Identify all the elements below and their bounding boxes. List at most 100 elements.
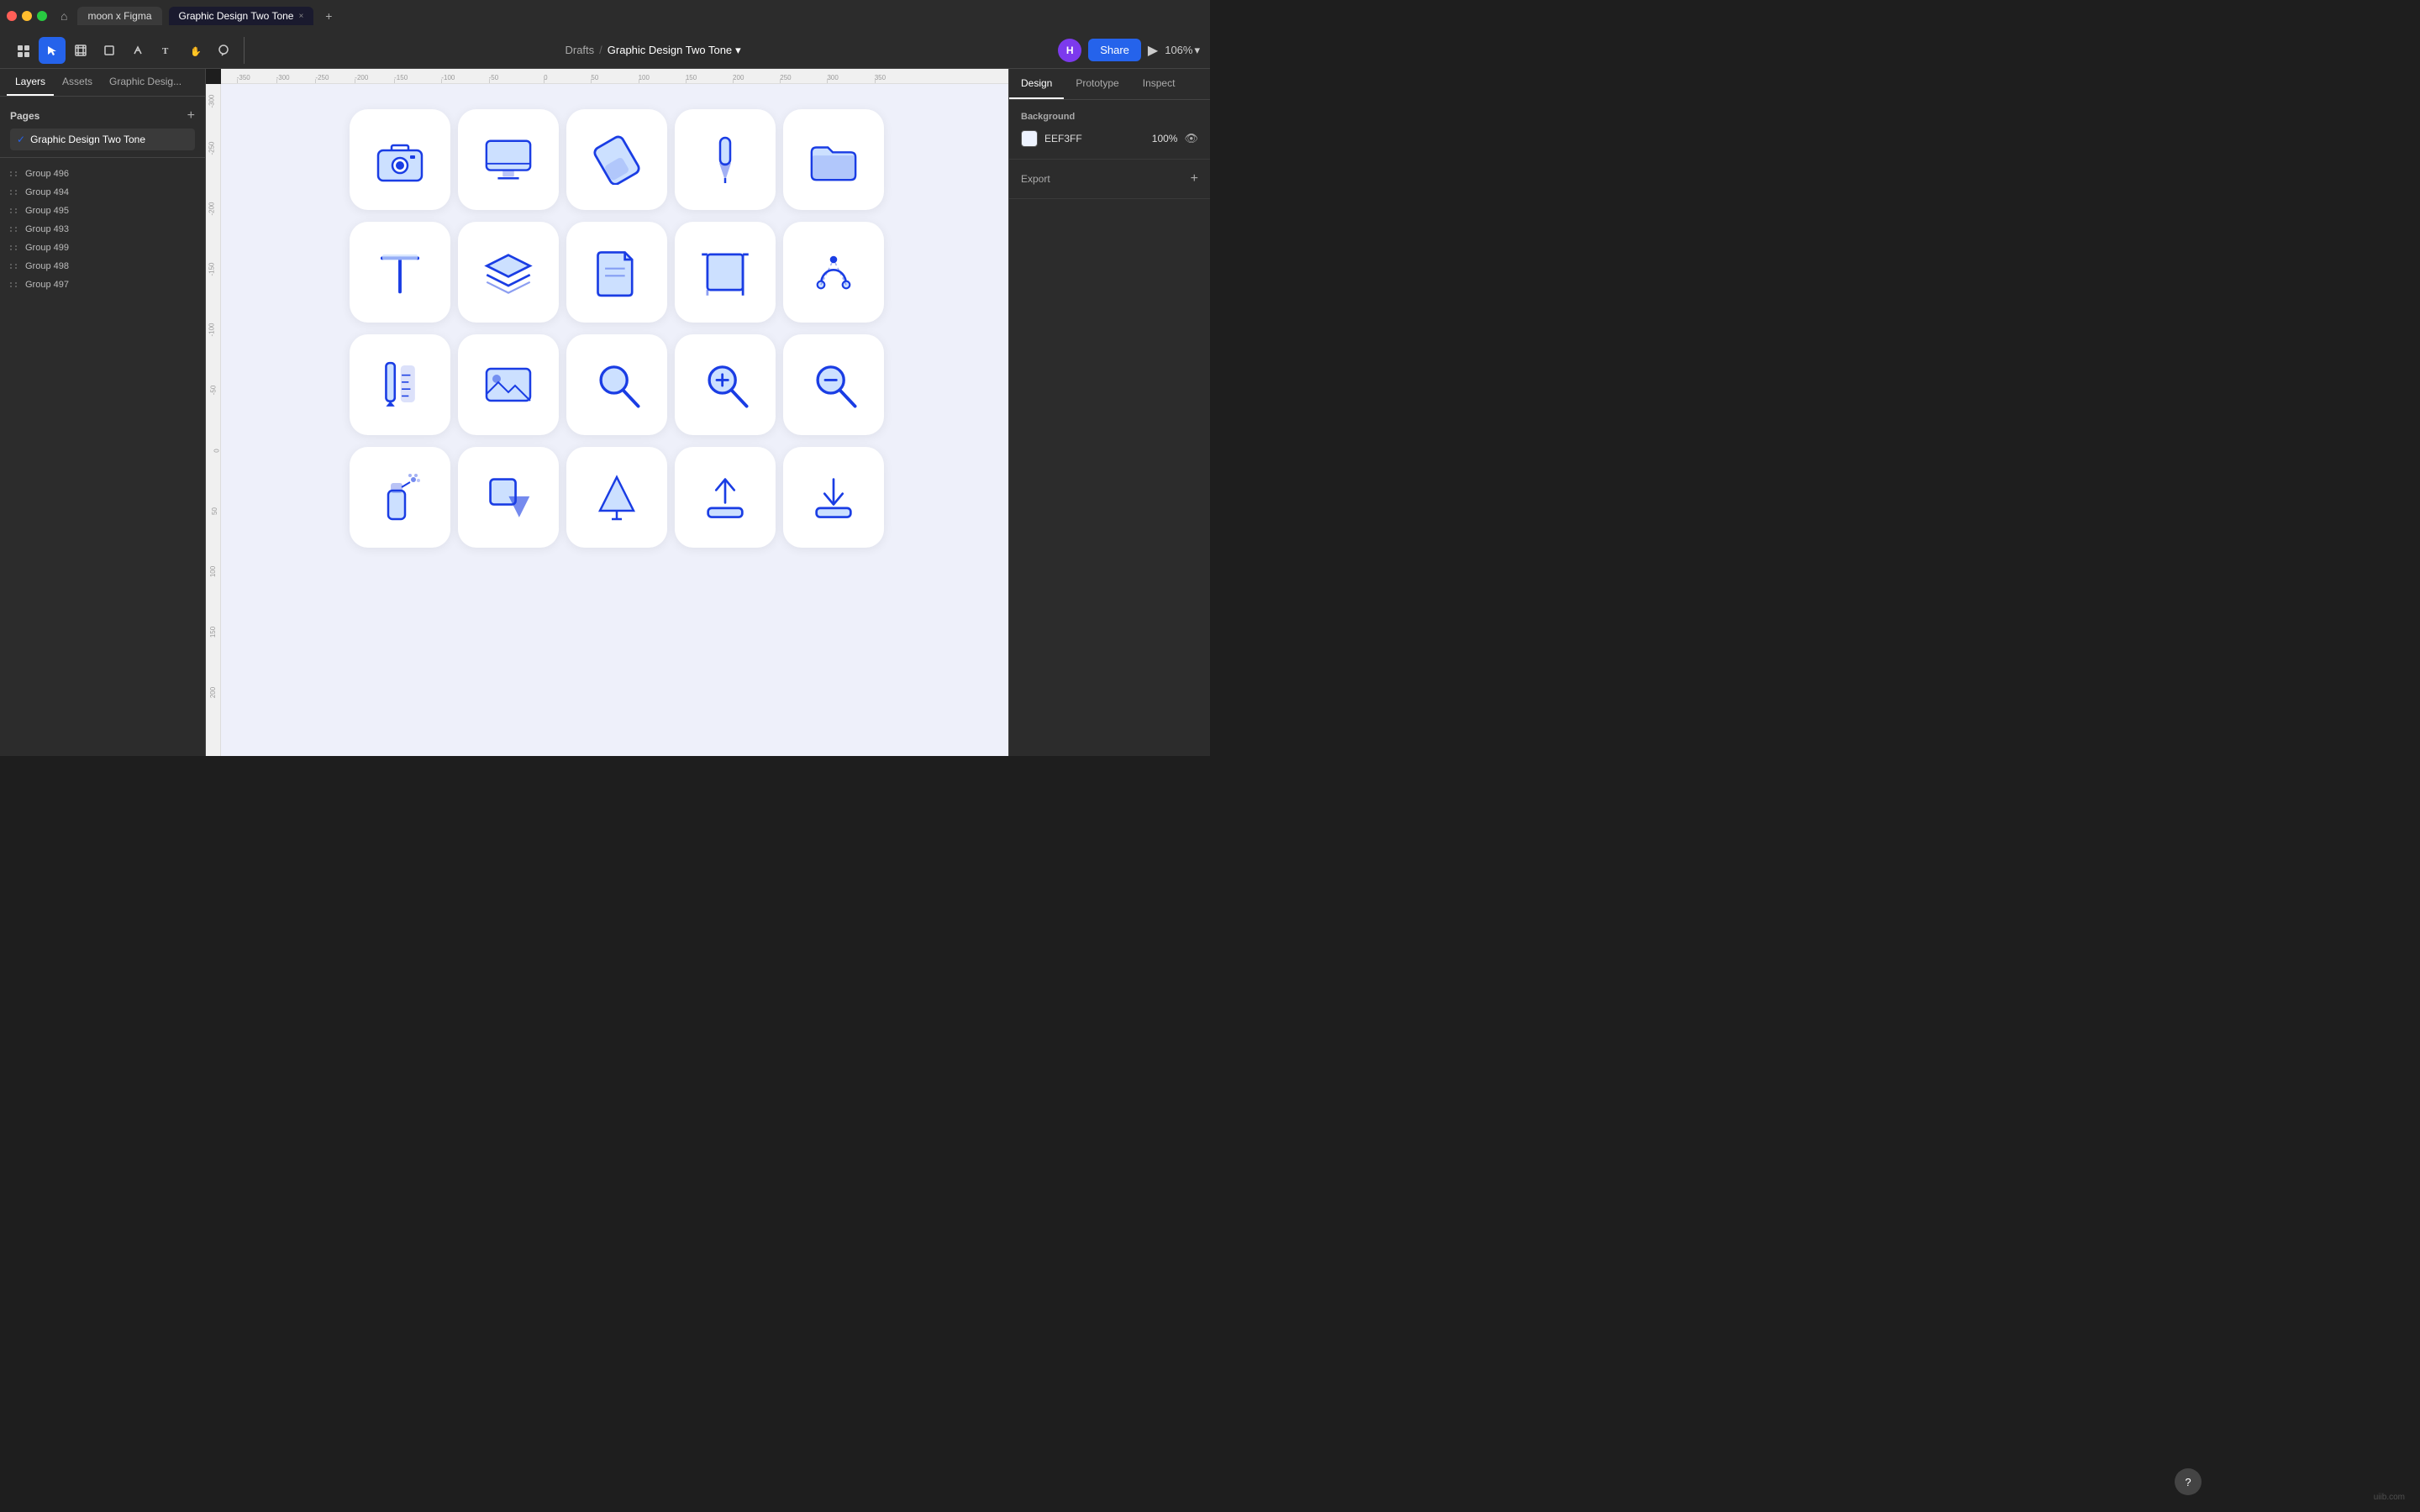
hand-tool-button[interactable]: ✋ [182, 37, 208, 64]
avatar: H [1058, 39, 1081, 62]
background-color-row: EEF3FF 100% 👁 [1021, 130, 1198, 147]
shape-tool-button[interactable] [96, 37, 123, 64]
icon-card-shape-select[interactable] [458, 447, 559, 548]
add-page-button[interactable]: + [187, 108, 195, 123]
panel-tabs: Design Prototype Inspect [1009, 69, 1210, 100]
icon-card-pencil-ruler[interactable] [350, 334, 450, 435]
icon-card-crop[interactable] [675, 222, 776, 323]
layer-group-495[interactable]: Group 495 [0, 202, 205, 220]
canvas-area: -350 -300 -250 -200 -150 -100 -50 0 50 1… [206, 69, 1008, 756]
tab-design[interactable]: Design [1009, 69, 1064, 99]
drag-handle-icon [10, 190, 18, 195]
help-button[interactable]: ? [2175, 1468, 2202, 1495]
layer-group-499[interactable]: Group 499 [0, 239, 205, 257]
home-icon[interactable]: ⌂ [60, 9, 67, 23]
maximize-traffic-light[interactable] [37, 11, 47, 21]
title-bar: ⌂ moon x Figma Graphic Design Two Tone ×… [0, 0, 1210, 32]
drag-handle-icon [10, 282, 18, 287]
layer-group-497[interactable]: Group 497 [0, 276, 205, 294]
svg-text:✋: ✋ [190, 46, 201, 56]
icon-grid [350, 109, 880, 548]
icon-card-document[interactable] [566, 222, 667, 323]
icon-card-layers[interactable] [458, 222, 559, 323]
sidebar-tabs: Layers Assets Graphic Desig... [0, 69, 205, 97]
toolbar-center: Drafts / Graphic Design Two Tone ▾ [251, 44, 1055, 57]
vertical-ruler: -300 -250 -200 -150 -100 -50 0 50 100 15… [206, 84, 221, 756]
pen-tool-button[interactable] [124, 37, 151, 64]
background-section: Background EEF3FF 100% 👁 [1009, 100, 1210, 160]
right-panel: Design Prototype Inspect Background EEF3… [1008, 69, 1210, 756]
add-tab-button[interactable]: + [320, 8, 337, 24]
frame-tool-button[interactable] [67, 37, 94, 64]
active-tab[interactable]: Graphic Design Two Tone × [169, 7, 314, 25]
export-section: Export + [1009, 160, 1210, 199]
play-button[interactable]: ▶ [1148, 42, 1158, 59]
canvas-background [221, 84, 1008, 756]
add-export-button[interactable]: + [1191, 171, 1198, 186]
svg-text:T: T [162, 46, 169, 56]
icon-card-image-gallery[interactable] [458, 334, 559, 435]
zoom-level[interactable]: 106% ▾ [1165, 44, 1200, 57]
file-name[interactable]: Graphic Design Two Tone ▾ [608, 44, 741, 57]
drag-handle-icon [10, 171, 18, 176]
icon-card-download[interactable] [783, 447, 884, 548]
icon-card-search-minus[interactable] [783, 334, 884, 435]
page-item-graphic-design[interactable]: ✓ Graphic Design Two Tone [10, 129, 195, 150]
select-tool-button[interactable] [39, 37, 66, 64]
tab-close-icon[interactable]: × [298, 12, 303, 21]
background-hex-value[interactable]: EEF3FF [1044, 133, 1145, 144]
layer-group-496[interactable]: Group 496 [0, 165, 205, 183]
drag-handle-icon [10, 227, 18, 232]
tab-assets[interactable]: Assets [54, 69, 101, 96]
toolbar-right: H Share ▶ 106% ▾ [1058, 39, 1200, 62]
sidebar: Layers Assets Graphic Desig... Pages + ✓… [0, 69, 206, 756]
main-content: Layers Assets Graphic Desig... Pages + ✓… [0, 69, 1210, 756]
close-traffic-light[interactable] [7, 11, 17, 21]
watermark: uiib.com [2374, 1493, 2405, 1502]
icon-card-eraser[interactable] [566, 109, 667, 210]
icon-card-upload[interactable] [675, 447, 776, 548]
visibility-toggle-icon[interactable]: 👁 [1184, 132, 1198, 145]
export-row: Export + [1021, 171, 1198, 186]
page-active-icon: ✓ [17, 134, 25, 145]
layers-panel: Group 496 Group 494 Group 495 [0, 157, 205, 756]
minimize-traffic-light[interactable] [22, 11, 32, 21]
menu-button[interactable] [10, 37, 37, 64]
zoom-chevron-icon: ▾ [1194, 44, 1200, 57]
horizontal-ruler: -350 -300 -250 -200 -150 -100 -50 0 50 1… [221, 69, 1008, 84]
tab-prototype[interactable]: Prototype [1064, 69, 1130, 99]
tab-inspect[interactable]: Inspect [1131, 69, 1187, 99]
comment-tool-button[interactable] [210, 37, 237, 64]
icon-card-camera[interactable] [350, 109, 450, 210]
chevron-down-icon: ▾ [735, 44, 741, 57]
pages-header: Pages + [10, 103, 195, 129]
icon-card-pen-tool[interactable] [675, 109, 776, 210]
layer-group-494[interactable]: Group 494 [0, 183, 205, 202]
icon-card-search[interactable] [566, 334, 667, 435]
tab-pages-breadcrumb[interactable]: Graphic Desig... [101, 69, 190, 96]
share-button[interactable]: Share [1088, 39, 1141, 61]
export-label: Export [1021, 173, 1050, 185]
inactive-tab[interactable]: moon x Figma [77, 7, 161, 25]
icon-card-spray-can[interactable] [350, 447, 450, 548]
icon-card-search-plus[interactable] [675, 334, 776, 435]
icon-card-bezier[interactable] [783, 222, 884, 323]
breadcrumb-drafts[interactable]: Drafts [565, 44, 594, 56]
sidebar-pages: Pages + ✓ Graphic Design Two Tone [0, 97, 205, 157]
icon-card-triangle-tool[interactable] [566, 447, 667, 548]
background-opacity-value[interactable]: 100% [1152, 133, 1178, 144]
traffic-lights [7, 11, 47, 21]
background-color-swatch[interactable] [1021, 130, 1038, 147]
layer-group-498[interactable]: Group 498 [0, 257, 205, 276]
drag-handle-icon [10, 245, 18, 250]
layer-group-493[interactable]: Group 493 [0, 220, 205, 239]
tab-layers[interactable]: Layers [7, 69, 54, 96]
icon-card-monitor[interactable] [458, 109, 559, 210]
text-tool-button[interactable]: T [153, 37, 180, 64]
drag-handle-icon [10, 264, 18, 269]
page-name: Graphic Design Two Tone [30, 134, 145, 145]
drag-handle-icon [10, 208, 18, 213]
icon-card-folder[interactable] [783, 109, 884, 210]
tool-group-left: T ✋ [10, 37, 245, 64]
icon-card-typography[interactable] [350, 222, 450, 323]
